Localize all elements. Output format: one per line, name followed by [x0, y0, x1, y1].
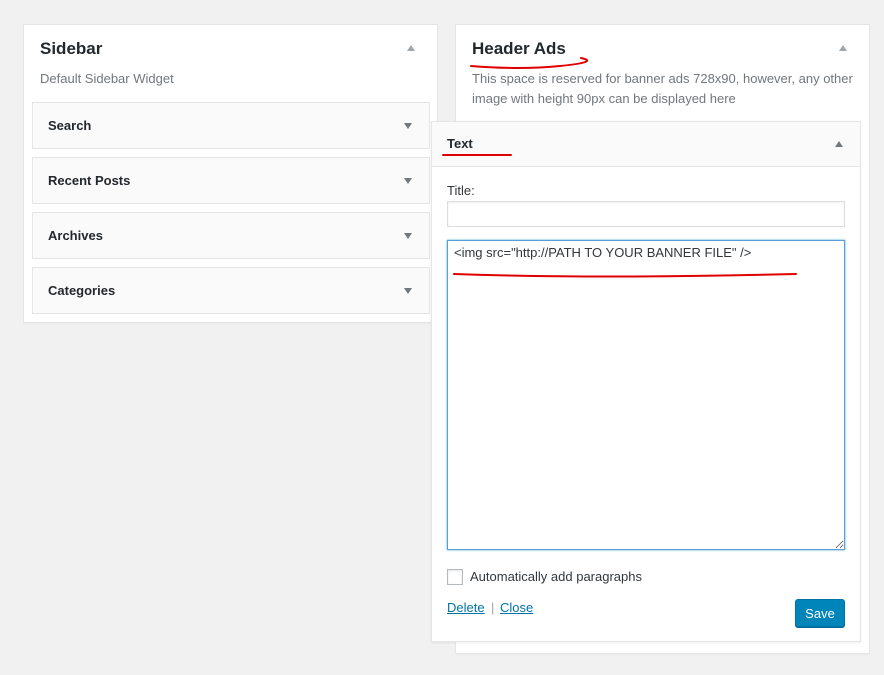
widget-search[interactable]: Search	[32, 102, 430, 149]
widget-archives[interactable]: Archives	[32, 212, 430, 259]
close-link[interactable]: Close	[500, 600, 533, 615]
sidebar-collapse-icon[interactable]	[407, 45, 415, 51]
title-input[interactable]	[447, 201, 845, 227]
title-field-label: Title:	[447, 183, 475, 198]
widget-label: Categories	[48, 283, 116, 298]
expand-arrow-icon[interactable]	[404, 178, 412, 184]
text-widget-label: Text	[447, 136, 473, 151]
sidebar-description: Default Sidebar Widget	[40, 71, 174, 86]
delete-link[interactable]: Delete	[447, 600, 485, 615]
text-widget: Text Title: <img src="http://PATH TO YOU…	[431, 121, 861, 642]
expand-arrow-icon[interactable]	[404, 233, 412, 239]
widget-label: Archives	[48, 228, 103, 243]
header-ads-description: This space is reserved for banner ads 72…	[472, 71, 853, 106]
widget-label: Recent Posts	[48, 173, 131, 188]
link-separator: |	[491, 600, 495, 615]
auto-paragraphs-label[interactable]: Automatically add paragraphs	[470, 569, 642, 584]
content-textarea[interactable]: <img src="http://PATH TO YOUR BANNER FIL…	[447, 240, 845, 550]
widget-categories[interactable]: Categories	[32, 267, 430, 314]
text-widget-header[interactable]: Text	[432, 122, 860, 167]
expand-arrow-icon[interactable]	[404, 123, 412, 129]
widget-label: Search	[48, 118, 92, 133]
header-ads-collapse-icon[interactable]	[839, 45, 847, 51]
collapse-arrow-icon[interactable]	[835, 141, 843, 147]
widget-recent-posts[interactable]: Recent Posts	[32, 157, 430, 204]
auto-paragraphs-checkbox[interactable]	[447, 569, 463, 585]
sidebar-panel: Sidebar Default Sidebar Widget Search Re…	[23, 24, 438, 323]
header-ads-title: Header Ads	[472, 39, 566, 58]
save-button[interactable]: Save	[795, 599, 845, 627]
sidebar-title: Sidebar	[40, 39, 103, 58]
expand-arrow-icon[interactable]	[404, 288, 412, 294]
